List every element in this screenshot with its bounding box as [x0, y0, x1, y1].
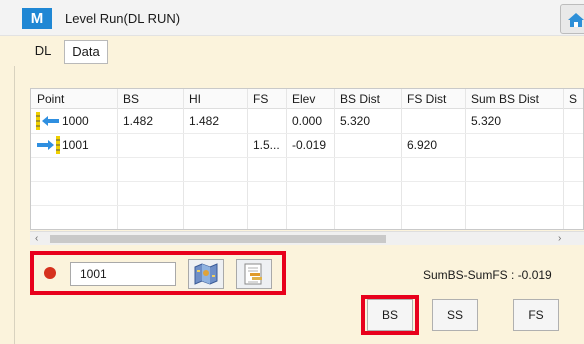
- column-header-sum-bs-dist[interactable]: Sum BS Dist: [471, 92, 539, 106]
- row-divider: [31, 157, 583, 158]
- row-divider: [31, 205, 583, 206]
- column-header-bs-dist[interactable]: BS Dist: [340, 92, 380, 106]
- fs-cell: 1.5...: [253, 138, 280, 152]
- grid-header: Point BS HI FS Elev BS Dist FS Dist Sum …: [31, 89, 583, 109]
- point-cell: 1000: [62, 114, 89, 128]
- bs-button[interactable]: BS: [367, 299, 413, 331]
- column-divider: [183, 89, 184, 229]
- status-dot-icon: [44, 267, 56, 279]
- point-name-input[interactable]: [70, 262, 176, 286]
- column-header-bs[interactable]: BS: [123, 92, 139, 106]
- ss-button[interactable]: SS: [432, 299, 478, 331]
- column-header-elev[interactable]: Elev: [292, 92, 315, 106]
- sum-bs-dist-cell: 5.320: [471, 114, 502, 128]
- title-bar: M Level Run(DL RUN): [0, 0, 584, 36]
- column-header-fs-dist[interactable]: FS Dist: [407, 92, 446, 106]
- column-divider: [465, 89, 466, 229]
- row-divider: [31, 133, 583, 134]
- horizontal-scrollbar[interactable]: ‹ ›: [30, 231, 584, 245]
- point-cell: 1001: [62, 138, 89, 152]
- column-divider: [334, 89, 335, 229]
- app-logo-icon: M: [22, 8, 52, 29]
- home-button[interactable]: [560, 4, 584, 34]
- left-arrow-staff-icon: [36, 112, 59, 130]
- point-list-button[interactable]: [236, 259, 272, 289]
- fs-button[interactable]: FS: [513, 299, 559, 331]
- scroll-right-arrow-icon[interactable]: ›: [558, 233, 561, 244]
- point-list-icon: [244, 263, 262, 285]
- row-divider: [31, 181, 583, 182]
- right-arrow-staff-icon: [37, 136, 60, 154]
- tab-dl[interactable]: DL: [28, 40, 58, 64]
- hi-cell: 1.482: [189, 114, 220, 128]
- bs-dist-cell: 5.320: [340, 114, 371, 128]
- scroll-left-arrow-icon[interactable]: ‹: [35, 233, 38, 244]
- fs-dist-cell: 6.920: [407, 138, 438, 152]
- column-header-hi[interactable]: HI: [189, 92, 201, 106]
- scrollbar-thumb[interactable]: [50, 235, 386, 243]
- column-divider: [286, 89, 287, 229]
- column-header-point[interactable]: Point: [37, 92, 64, 106]
- level-run-grid[interactable]: Point BS HI FS Elev BS Dist FS Dist Sum …: [30, 88, 584, 230]
- sum-bs-minus-sum-fs-label: SumBS-SumFS : -0.019: [423, 268, 552, 282]
- panel-divider: [14, 66, 15, 344]
- column-divider: [563, 89, 564, 229]
- column-divider: [117, 89, 118, 229]
- window-title: Level Run(DL RUN): [65, 11, 181, 26]
- tab-bar: DL Data: [0, 36, 584, 66]
- column-header-fs[interactable]: FS: [253, 92, 268, 106]
- elev-cell: 0.000: [292, 114, 323, 128]
- tab-data[interactable]: Data: [64, 40, 108, 64]
- map-point-button[interactable]: [188, 259, 224, 289]
- bs-cell: 1.482: [123, 114, 154, 128]
- column-divider: [401, 89, 402, 229]
- column-header-extra[interactable]: S: [569, 92, 577, 106]
- home-icon: [568, 13, 584, 27]
- elev-cell: -0.019: [292, 138, 327, 152]
- map-icon: [194, 263, 218, 285]
- column-divider: [247, 89, 248, 229]
